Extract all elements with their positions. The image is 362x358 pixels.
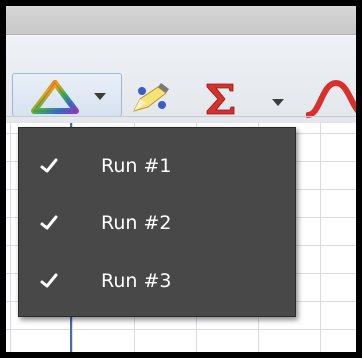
pencil-button[interactable]: [128, 79, 176, 119]
sigma-icon: [204, 81, 236, 117]
chevron-down-icon[interactable]: [93, 92, 107, 101]
runs-dropdown-menu: Run #1 Run #2 Run #3: [18, 127, 296, 317]
menu-item-label: Run #3: [101, 270, 172, 292]
menu-item-run-2[interactable]: Run #2: [19, 197, 295, 249]
menu-item-label: Run #2: [101, 212, 172, 234]
toolbar-divider: [6, 116, 356, 117]
menu-item-run-3[interactable]: Run #3: [19, 255, 295, 307]
pencil-icon: [130, 81, 174, 117]
curve-fit-button[interactable]: [306, 79, 356, 119]
chevron-down-icon: [271, 98, 285, 107]
menu-item-label: Run #1: [101, 155, 172, 177]
checkmark-icon: [39, 157, 59, 175]
run-selector-button[interactable]: [12, 73, 122, 117]
menu-item-run-1[interactable]: Run #1: [19, 140, 295, 192]
sigma-button[interactable]: [202, 79, 238, 119]
app-window: Run #1 Run #2 Run #3: [0, 0, 362, 358]
rainbow-triangle-icon: [31, 80, 79, 114]
curve-fit-icon: [306, 79, 356, 119]
checkmark-icon: [39, 272, 59, 290]
sigma-dropdown-button[interactable]: [268, 94, 288, 110]
toolbar: [6, 35, 356, 124]
title-bar: [6, 6, 356, 35]
checkmark-icon: [39, 214, 59, 232]
